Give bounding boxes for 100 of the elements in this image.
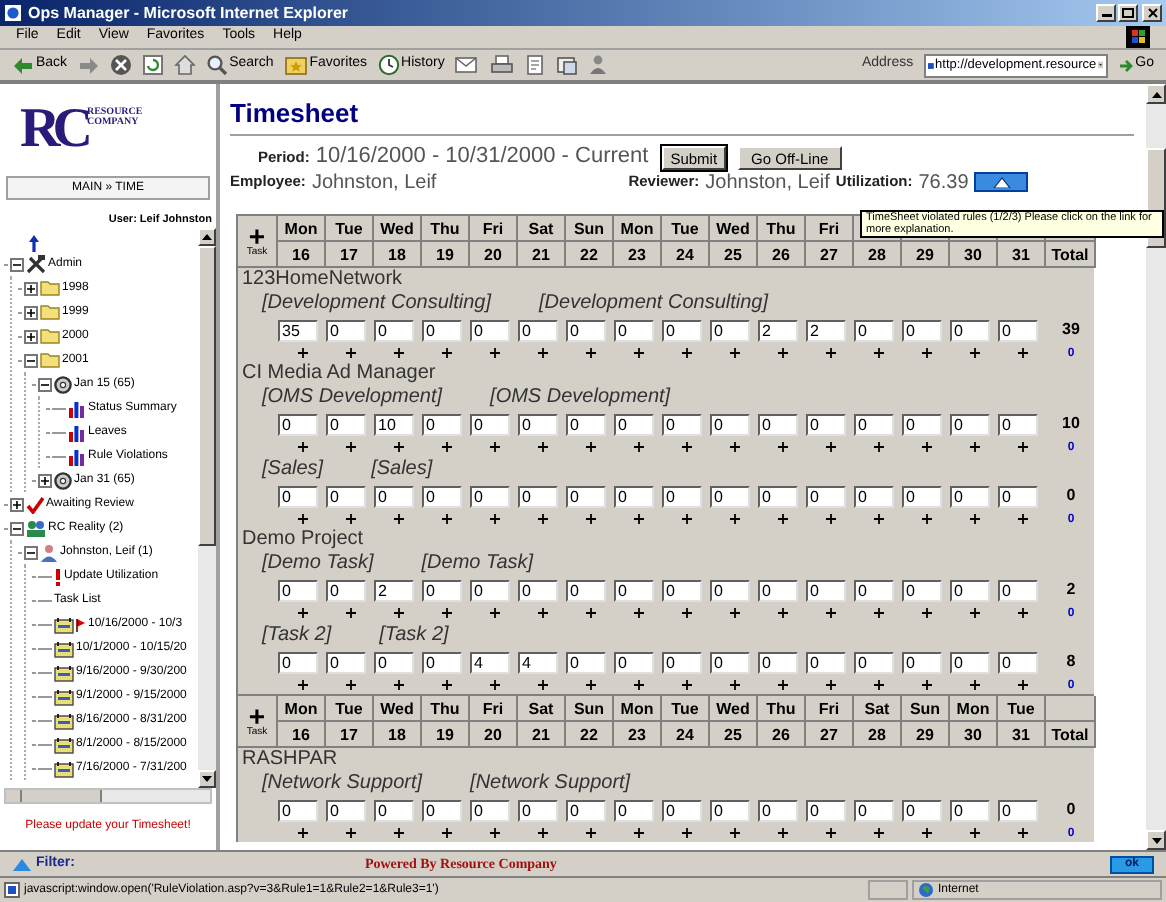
add-entry-icon[interactable] [825,608,835,618]
add-entry-icon[interactable] [345,828,355,838]
add-entry-icon[interactable] [921,442,931,452]
add-entry-icon[interactable] [681,680,691,690]
add-entry-icon[interactable] [393,828,403,838]
hours-field[interactable]: 2 [806,319,846,341]
task-link[interactable]: [Sales] [371,459,433,479]
hours-field[interactable]: 0 [614,485,654,507]
add-entry-icon[interactable] [585,442,595,452]
add-entry-icon[interactable] [729,348,739,358]
hours-field[interactable]: 0 [278,651,318,673]
add-entry-icon[interactable] [441,608,451,618]
add-entry-icon[interactable] [489,828,499,838]
hours-field[interactable]: 0 [998,579,1038,601]
add-entry-icon[interactable] [825,680,835,690]
add-entry-icon[interactable] [585,828,595,838]
add-entry-icon[interactable] [873,348,883,358]
hours-field[interactable]: 0 [998,413,1038,435]
hours-field[interactable]: 0 [710,799,750,821]
toolbar-button[interactable] [454,54,481,76]
hours-field[interactable]: 0 [614,579,654,601]
add-entry-icon[interactable] [537,828,547,838]
hours-field[interactable]: 0 [662,579,702,601]
add-entry-icon[interactable] [777,348,787,358]
task-link[interactable]: [Demo Task] [262,553,374,573]
hours-field[interactable]: 0 [278,799,318,821]
add-entry-icon[interactable] [729,608,739,618]
hours-field[interactable]: 0 [998,319,1038,341]
add-entry-icon[interactable] [729,828,739,838]
hours-field[interactable]: 0 [326,651,366,673]
hours-field[interactable]: 0 [470,799,510,821]
hours-field[interactable]: 0 [470,319,510,341]
hours-field[interactable]: 0 [950,413,990,435]
add-entry-icon[interactable] [489,348,499,358]
add-entry-icon[interactable] [921,348,931,358]
add-entry-icon[interactable] [297,442,307,452]
add-entry-icon[interactable] [873,680,883,690]
add-entry-icon[interactable] [441,828,451,838]
hours-field[interactable]: 0 [518,799,558,821]
add-entry-icon[interactable] [825,514,835,524]
hours-field[interactable]: 0 [998,485,1038,507]
hours-field[interactable]: 0 [998,799,1038,821]
add-entry-icon[interactable] [297,514,307,524]
add-entry-icon[interactable] [873,442,883,452]
hours-field[interactable]: 0 [758,413,798,435]
hours-field[interactable]: 0 [710,413,750,435]
hours-field[interactable]: 0 [422,319,462,341]
add-entry-icon[interactable] [777,608,787,618]
add-entry-icon[interactable] [825,348,835,358]
hours-field[interactable]: 0 [998,651,1038,673]
close-button[interactable] [1142,4,1162,22]
add-entry-icon[interactable] [825,442,835,452]
hours-field[interactable]: 0 [566,579,606,601]
add-entry-icon[interactable] [537,514,547,524]
add-entry-icon[interactable] [489,514,499,524]
add-entry-icon[interactable] [297,680,307,690]
add-entry-icon[interactable] [1017,514,1027,524]
add-entry-icon[interactable] [1017,828,1027,838]
expand-toggle[interactable] [24,305,38,319]
hours-field[interactable]: 0 [854,485,894,507]
hours-field[interactable]: 0 [950,319,990,341]
task-link[interactable]: [OMS Development] [262,387,443,407]
add-entry-icon[interactable] [633,514,643,524]
hours-field[interactable]: 2 [758,319,798,341]
add-entry-icon[interactable] [777,442,787,452]
hours-field[interactable]: 0 [278,579,318,601]
add-entry-icon[interactable] [393,442,403,452]
expand-toggle[interactable] [24,329,38,343]
add-entry-icon[interactable] [633,680,643,690]
add-entry-icon[interactable] [345,514,355,524]
scroll-up-icon[interactable] [202,234,212,240]
add-entry-icon[interactable] [489,680,499,690]
hours-field[interactable]: 0 [710,485,750,507]
hours-field[interactable]: 0 [518,579,558,601]
toolbar-button[interactable] [109,54,132,76]
add-entry-icon[interactable] [489,442,499,452]
expand-toggle[interactable] [24,545,38,559]
hours-field[interactable]: 0 [374,485,414,507]
hours-field[interactable]: 0 [518,319,558,341]
minimize-button[interactable] [1096,4,1116,22]
hours-field[interactable]: 0 [854,319,894,341]
add-entry-icon[interactable] [633,348,643,358]
expand-toggle[interactable] [10,497,24,511]
add-entry-icon[interactable] [873,608,883,618]
hours-field[interactable]: 4 [518,651,558,673]
hours-field[interactable]: 0 [470,579,510,601]
hours-field[interactable]: 0 [278,485,318,507]
add-entry-icon[interactable] [681,828,691,838]
add-entry-icon[interactable] [489,608,499,618]
toolbar-button[interactable] [141,54,164,76]
add-entry-icon[interactable] [345,348,355,358]
hours-field[interactable]: 0 [326,485,366,507]
add-entry-icon[interactable] [921,514,931,524]
hours-field[interactable]: 0 [374,651,414,673]
hours-field[interactable]: 0 [950,799,990,821]
add-entry-icon[interactable] [969,514,979,524]
expand-toggle[interactable] [24,353,38,367]
hours-field[interactable]: 0 [854,579,894,601]
add-entry-icon[interactable] [441,514,451,524]
hours-field[interactable]: 0 [566,319,606,341]
